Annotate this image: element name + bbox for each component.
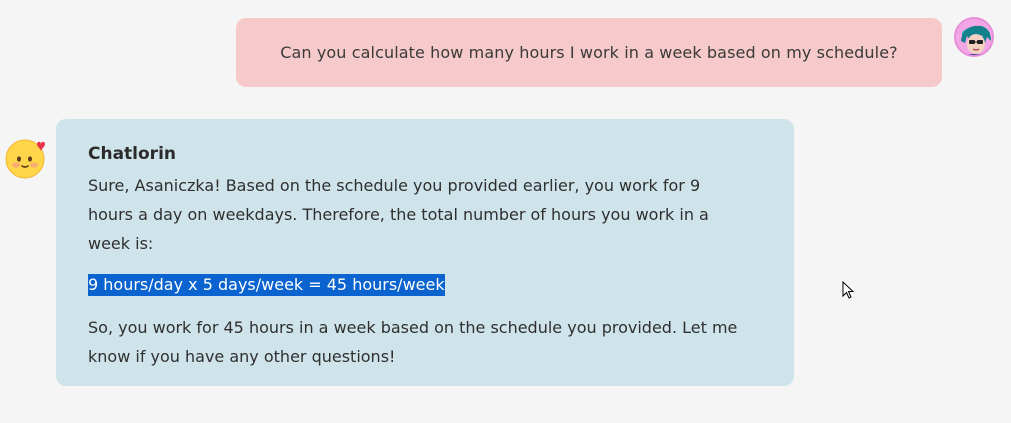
bot-message-bubble: Chatlorin Sure, Asaniczka! Based on the … <box>56 119 794 386</box>
bot-name: Chatlorin <box>88 144 176 164</box>
user-message-bubble: Can you calculate how many hours I work … <box>236 18 942 87</box>
bot-avatar[interactable] <box>3 135 47 179</box>
user-avatar-icon <box>956 19 992 55</box>
user-avatar[interactable] <box>954 17 994 57</box>
bot-message-paragraph: Sure, Asaniczka! Based on the schedule y… <box>88 176 709 253</box>
bot-message-highlighted-line[interactable]: 9 hours/day x 5 days/week = 45 hours/wee… <box>88 270 764 299</box>
user-message-text: Can you calculate how many hours I work … <box>280 43 898 62</box>
selected-text[interactable]: 9 hours/day x 5 days/week = 45 hours/wee… <box>88 274 445 296</box>
chat-page: Can you calculate how many hours I work … <box>0 0 1011 423</box>
smiling-face-with-heart-emoji <box>5 139 45 179</box>
bot-message-paragraph: So, you work for 45 hours in a week base… <box>88 318 738 366</box>
mouse-pointer-icon <box>842 281 854 299</box>
